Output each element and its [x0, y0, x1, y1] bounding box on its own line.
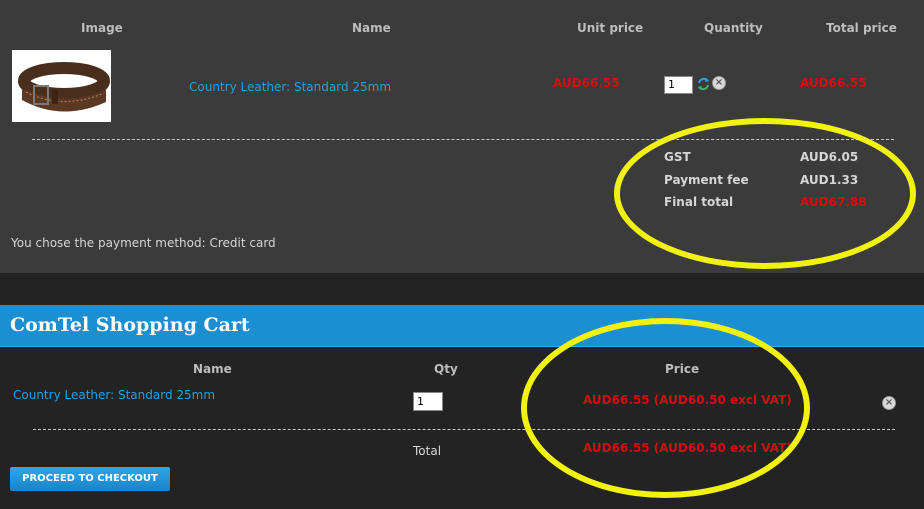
cart-col-header-qty: Qty	[434, 362, 458, 376]
unit-price: AUD66.55	[553, 76, 620, 90]
col-header-unit-price: Unit price	[577, 21, 644, 35]
cart-quantity-input[interactable]: 1	[413, 392, 443, 411]
remove-item-icon[interactable]: ×	[712, 76, 726, 90]
cart-total-label: Total	[413, 444, 442, 458]
highlight-oval-cart	[521, 318, 810, 498]
col-header-name: Name	[352, 21, 391, 35]
payment-method-text: You chose the payment method: Credit car…	[11, 236, 276, 250]
refresh-icon[interactable]	[697, 76, 710, 91]
proceed-to-checkout-button[interactable]: PROCEED TO CHECKOUT	[10, 467, 170, 491]
col-header-quantity: Quantity	[704, 21, 763, 35]
highlight-oval-summary	[614, 118, 916, 269]
cart-product-link[interactable]: Country Leather: Standard 25mm	[13, 388, 215, 402]
col-header-image: Image	[81, 21, 123, 35]
quantity-input[interactable]: 1	[664, 76, 693, 94]
cart-col-header-name: Name	[193, 362, 232, 376]
col-header-total-price: Total price	[826, 21, 897, 35]
total-price: AUD66.55	[800, 76, 867, 90]
product-link[interactable]: Country Leather: Standard 25mm	[189, 80, 391, 94]
cart-title: ComTel Shopping Cart	[10, 314, 250, 336]
cart-remove-item-icon[interactable]: ×	[882, 396, 896, 410]
belt-product-image[interactable]	[12, 50, 111, 122]
